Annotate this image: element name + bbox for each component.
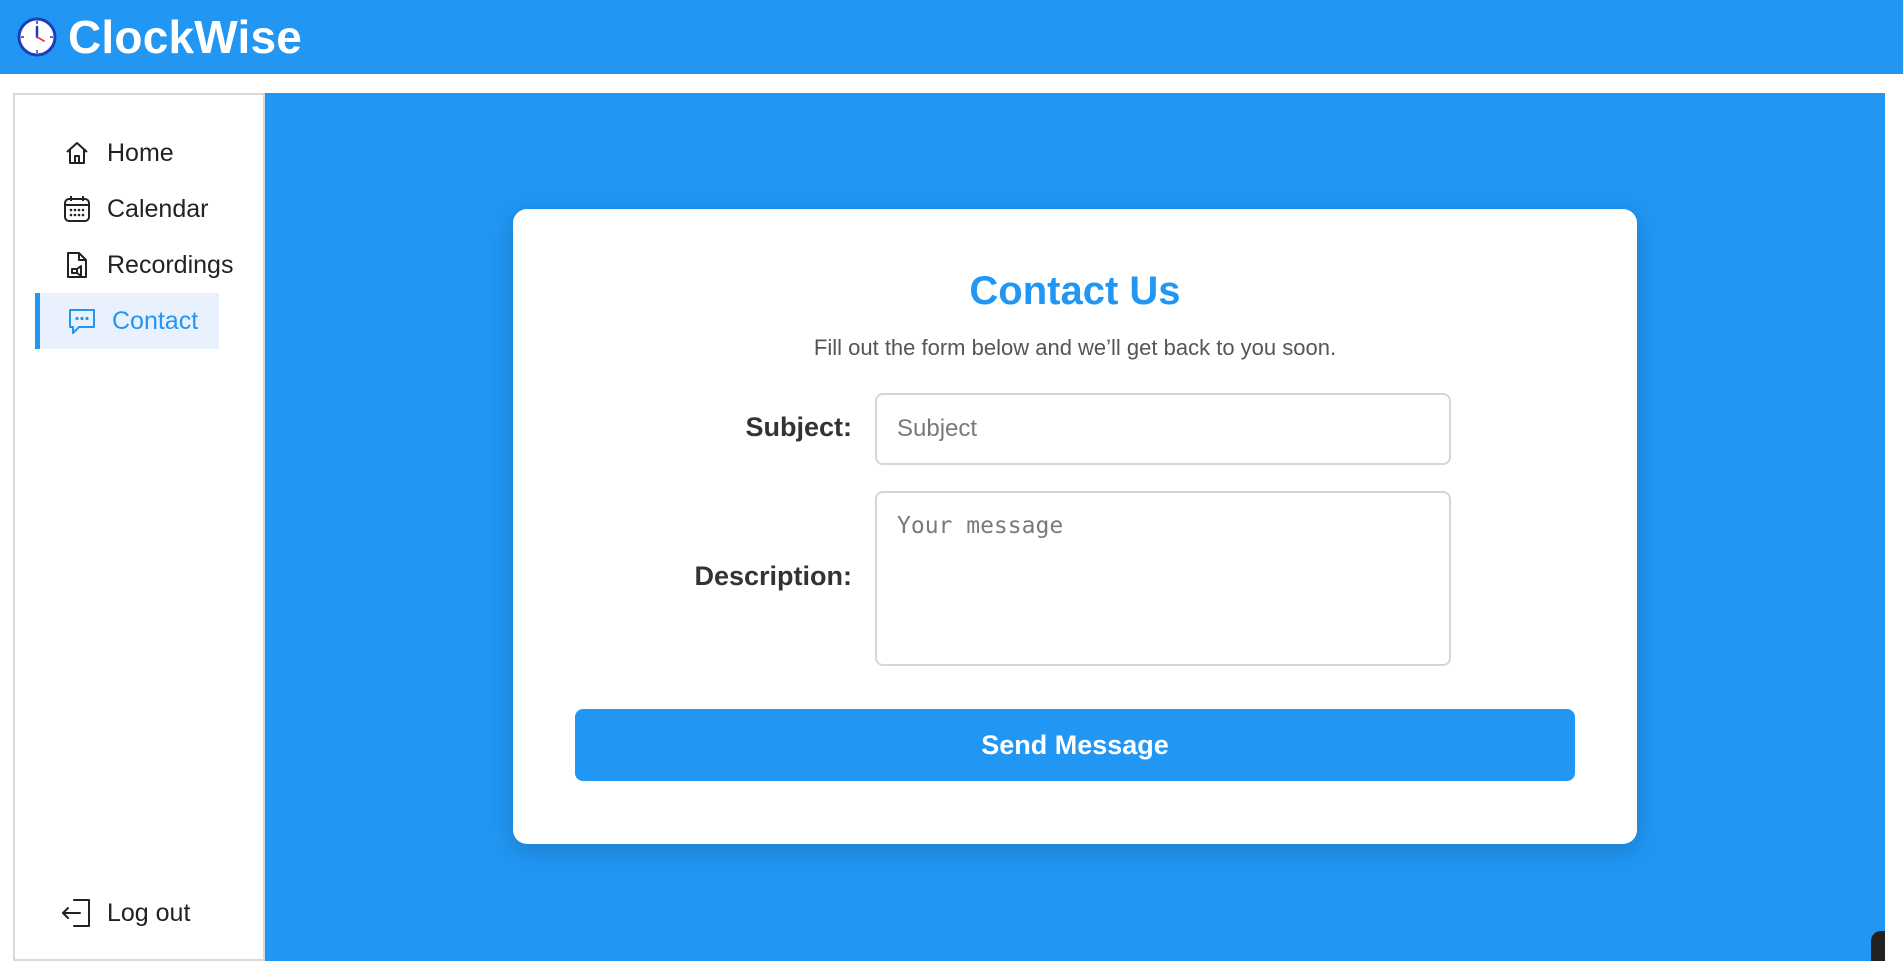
scrollbar-handle[interactable]	[1871, 931, 1885, 961]
description-textarea[interactable]	[875, 491, 1451, 666]
chat-icon	[66, 305, 98, 337]
subject-label: Subject:	[745, 412, 852, 442]
sidebar-item-label: Recordings	[107, 250, 234, 279]
logout-button[interactable]: Log out	[59, 895, 190, 931]
page-subtitle: Fill out the form below and we’ll get ba…	[813, 335, 1337, 360]
top-bar: ClockWise	[0, 0, 1903, 74]
logout-label: Log out	[107, 898, 191, 927]
calendar-icon	[61, 193, 93, 225]
sidebar-item-home[interactable]: Home	[35, 125, 255, 181]
sidebar-item-label: Home	[107, 138, 174, 167]
sidebar-item-calendar[interactable]: Calendar	[35, 181, 255, 237]
sidebar-item-label: Contact	[112, 306, 199, 335]
contact-card: Contact Us Fill out the form below and w…	[513, 209, 1637, 844]
description-label: Description:	[694, 561, 852, 591]
sidebar-item-contact[interactable]: Contact	[35, 293, 219, 349]
sidebar: Home Calendar Recordings Contact Log out	[13, 93, 263, 961]
logout-icon	[59, 895, 95, 931]
sidebar-item-label: Calendar	[107, 194, 209, 223]
recording-file-icon	[61, 249, 93, 281]
page-title: Contact Us	[969, 269, 1181, 313]
main-content: Contact Us Fill out the form below and w…	[263, 93, 1885, 961]
clock-icon	[16, 16, 58, 58]
home-icon	[61, 137, 93, 169]
sidebar-nav: Home Calendar Recordings Contact	[35, 125, 255, 349]
subject-input[interactable]	[875, 393, 1451, 465]
send-message-button[interactable]: Send Message	[575, 709, 1575, 781]
sidebar-item-recordings[interactable]: Recordings	[35, 237, 255, 293]
app-title: ClockWise	[68, 11, 303, 63]
